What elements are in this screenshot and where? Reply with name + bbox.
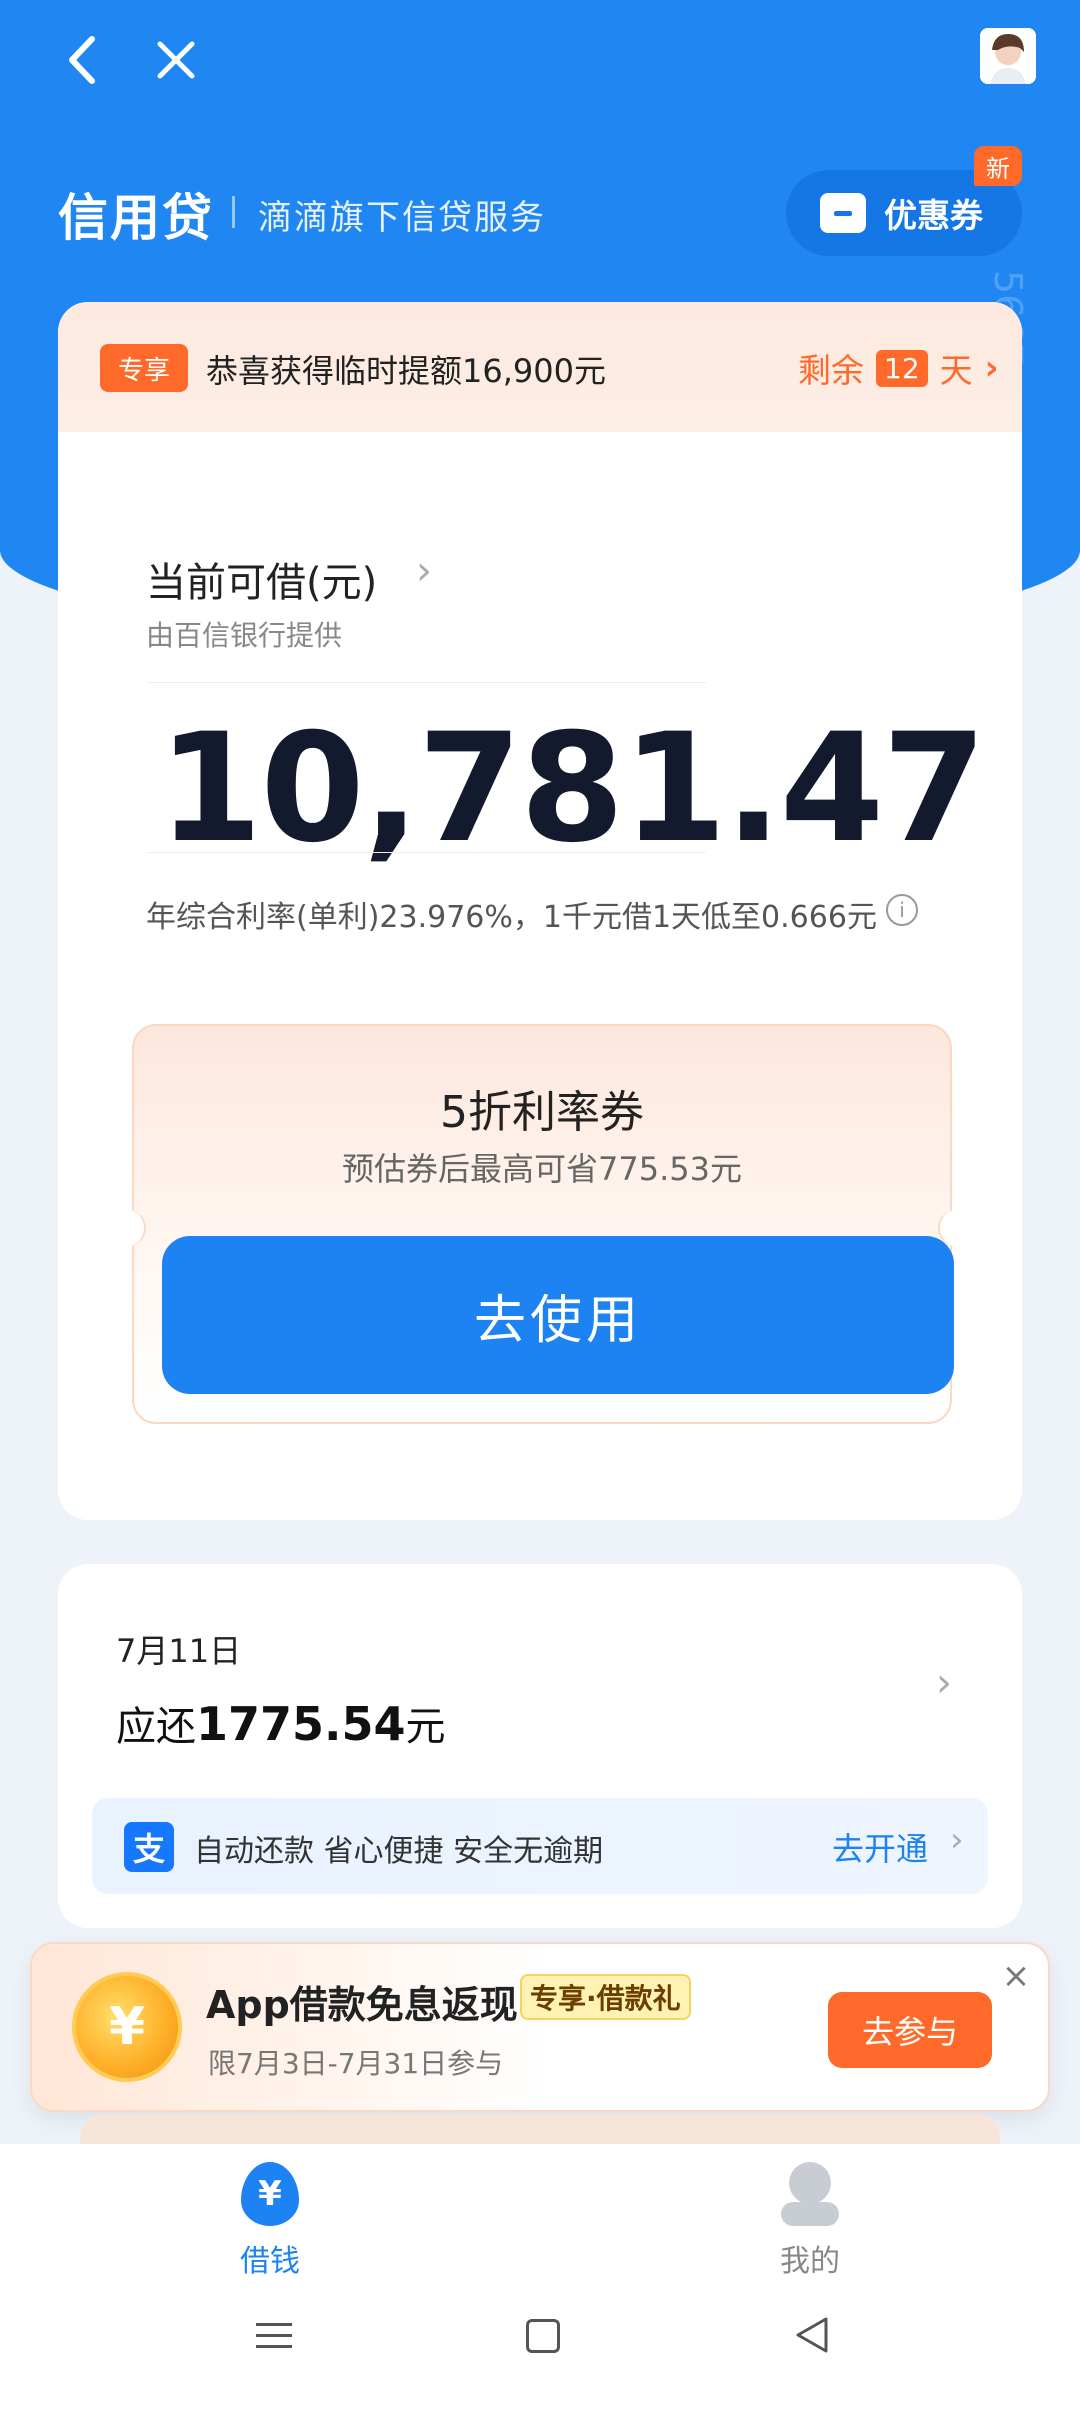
join-button[interactable]: 去参与: [828, 1992, 992, 2068]
rate-coupon-ticket: 5折利率券 预估券后最高可省775.53元 去使用: [120, 1024, 964, 1424]
close-button[interactable]: [146, 30, 206, 90]
remain-prefix: 剩余: [798, 351, 864, 390]
available-amount: 10,781.47: [158, 702, 987, 876]
bottom-tab-bar: ¥ 借钱 我的: [0, 2144, 1080, 2279]
available-label[interactable]: 当前可借(元): [146, 550, 377, 608]
brand-divider: [232, 196, 235, 228]
system-nav-bar: [0, 2275, 1080, 2415]
chevron-right-icon[interactable]: ›: [936, 1660, 952, 1706]
card-peek: [80, 2114, 1000, 2144]
brand-title: 信用贷: [58, 189, 214, 247]
chevron-right-icon: ›: [950, 1820, 964, 1860]
popup-tag: 专享·借款礼: [520, 1974, 691, 2020]
use-coupon-button[interactable]: 去使用: [162, 1236, 954, 1394]
chevron-right-icon: ›: [984, 348, 999, 388]
coupon-label: 优惠券: [884, 196, 983, 235]
chevron-left-icon: [69, 36, 95, 84]
tab-label: 我的: [780, 2244, 840, 2279]
yen-icon: ¥: [108, 1997, 146, 2057]
auto-repay-bar[interactable]: 支 自动还款 省心便捷 安全无逾期 去开通 ›: [92, 1798, 988, 1894]
popup-title: App借款免息返现: [206, 1983, 518, 2027]
tab-label: 借钱: [240, 2244, 300, 2279]
home-icon[interactable]: [526, 2319, 560, 2353]
chevron-right-icon[interactable]: ›: [416, 548, 432, 594]
user-avatar-icon: [980, 28, 1036, 84]
repayment-amount: 应还1775.54元: [116, 1694, 446, 1752]
repayment-prefix: 应还: [116, 1704, 196, 1750]
limit-promo-strip[interactable]: 专享 恭喜获得临时提额16,900元 剩余 12 天 ›: [58, 302, 1022, 432]
user-icon: [781, 2162, 839, 2226]
interest-rate-text: 年综合利率(单利)23.976%，1千元借1天低至0.666元: [146, 900, 877, 935]
remain-days-count: 12: [876, 349, 928, 387]
coupon-subtitle: 预估券后最高可省775.53元: [342, 1150, 742, 1188]
tab-mine[interactable]: 我的: [710, 2162, 910, 2280]
yen-drop-icon: ¥: [241, 2162, 299, 2226]
coupon-title: 5折利率券: [440, 1087, 644, 1138]
coin-icon: ¥: [72, 1972, 182, 2082]
menu-icon[interactable]: [256, 2317, 296, 2357]
repayment-suffix: 元: [405, 1704, 446, 1750]
info-icon[interactable]: i: [886, 894, 918, 926]
popup-subtitle: 限7月3日-7月31日参与: [208, 2047, 504, 2080]
back-triangle-icon[interactable]: [792, 2315, 832, 2355]
divider: [146, 682, 706, 683]
cashback-popup[interactable]: ¥ App借款免息返现 专享·借款礼 限7月3日-7月31日参与 去参与 ×: [30, 1942, 1050, 2112]
enable-auto-repay-link[interactable]: 去开通: [832, 1824, 928, 1870]
brand-subtitle: 滴滴旗下信贷服务: [258, 198, 546, 238]
new-badge: 新: [974, 146, 1022, 186]
alipay-icon: 支: [124, 1822, 174, 1872]
close-icon: [157, 41, 195, 79]
available-credit-panel: 当前可借(元) › 由百信银行提供 10,781.47 年综合利率(单利)23.…: [76, 432, 1004, 1492]
wallet-icon: [820, 193, 866, 233]
repayment-card[interactable]: 7月11日 应还1775.54元 › 支 自动还款 省心便捷 安全无逾期 去开通…: [58, 1564, 1022, 1928]
back-button[interactable]: [52, 30, 112, 90]
divider: [146, 852, 706, 853]
repayment-date: 7月11日: [116, 1632, 242, 1670]
repayment-value: 1775.54: [196, 1697, 406, 1751]
close-icon[interactable]: ×: [998, 1956, 1034, 1996]
exclusive-tag: 专享: [100, 344, 188, 392]
promo-text: 恭喜获得临时提额16,900元: [206, 352, 606, 390]
remain-suffix: 天: [939, 351, 973, 390]
ticket-notch-left: [120, 1210, 146, 1246]
tab-borrow[interactable]: ¥ 借钱: [170, 2162, 370, 2280]
avatar[interactable]: [980, 28, 1036, 84]
provider-text: 由百信银行提供: [146, 619, 343, 652]
loan-card: 专享 恭喜获得临时提额16,900元 剩余 12 天 › 当前可借(元) › 由…: [58, 302, 1022, 1520]
remaining-days[interactable]: 剩余 12 天 ›: [798, 344, 999, 392]
auto-repay-text: 自动还款 省心便捷 安全无逾期: [194, 1834, 604, 1869]
